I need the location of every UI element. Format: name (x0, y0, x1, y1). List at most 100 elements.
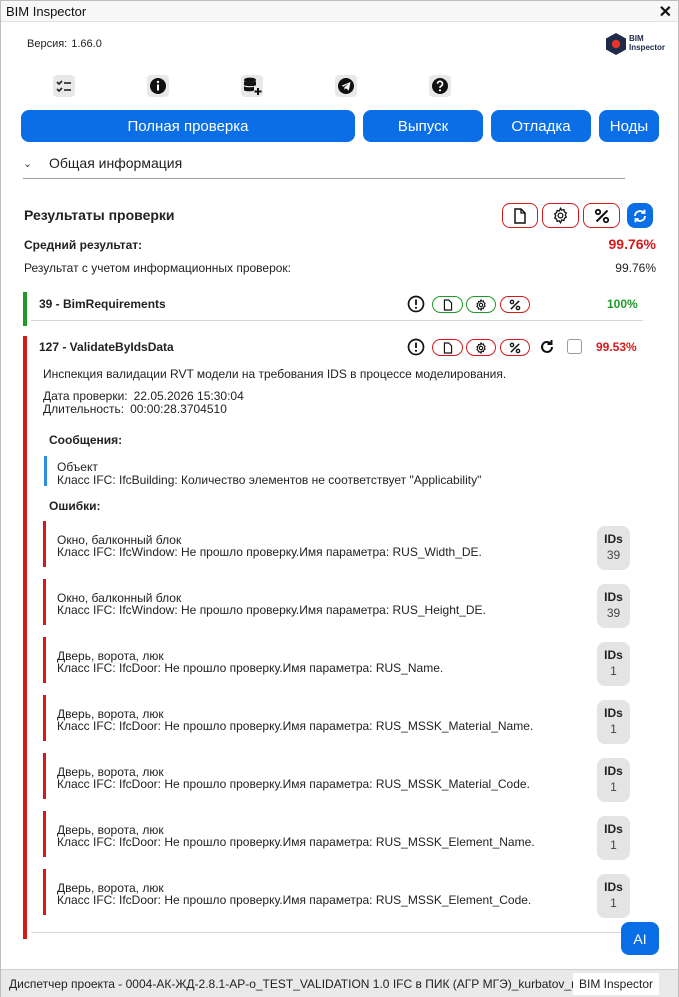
results-title: Результаты проверки (24, 207, 175, 223)
error-bar (43, 637, 46, 683)
item-settings-button[interactable] (466, 339, 496, 356)
item-settings-button[interactable] (466, 296, 496, 313)
error-bar (43, 579, 46, 625)
error-message: Класс IFC: IfcDoor: Не прошло проверку.И… (57, 777, 530, 791)
logo-text: BIM Inspector (629, 34, 666, 52)
ids-count: 39 (606, 606, 621, 620)
alert-icon[interactable] (407, 295, 425, 313)
ids-count: 1 (610, 722, 617, 736)
item-report-button[interactable] (432, 296, 463, 313)
message-line1: Объект (57, 460, 98, 474)
settings-button[interactable] (542, 203, 579, 228)
bottom-tab-bar: Диспетчер проекта - 0004-АК-ЖД-2.8.1-АР-… (1, 969, 678, 997)
checklist-icon[interactable] (52, 74, 76, 98)
help-icon[interactable] (428, 74, 452, 98)
error-bar (43, 695, 46, 741)
alert-icon[interactable] (407, 338, 425, 356)
item-divider (31, 320, 643, 321)
check-date: Дата проверки: 22.05.2026 15:30:04 (43, 389, 244, 403)
database-add-icon[interactable] (240, 74, 264, 98)
bim-inspector-window: BIM Inspector ✕ Версия: 1.66.0 BIM Inspec… (0, 0, 679, 997)
info-icon[interactable] (146, 74, 170, 98)
ids-button[interactable]: IDs 1 (597, 758, 630, 802)
ai-button[interactable]: AI (621, 922, 659, 955)
ids-count: 1 (610, 664, 617, 678)
gear-icon (476, 341, 486, 354)
ids-button[interactable]: IDs 39 (597, 526, 630, 570)
status-bar-success (23, 292, 27, 326)
check-duration: Длительность: 00:00:28.3704510 (43, 402, 227, 416)
ids-button[interactable]: IDs 1 (597, 874, 630, 918)
bim-inspector-logo: BIM Inspector (605, 32, 665, 56)
errors-title: Ошибки: (49, 499, 101, 513)
ids-label: IDs (604, 706, 623, 720)
debug-button[interactable]: Отладка (491, 110, 591, 142)
full-check-button[interactable]: Полная проверка (21, 110, 355, 142)
rerun-icon[interactable] (538, 338, 556, 356)
ids-button[interactable]: IDs 39 (597, 584, 630, 628)
error-message: Класс IFC: IfcDoor: Не прошло проверку.И… (57, 835, 535, 849)
gear-icon (553, 207, 568, 224)
percent-icon (509, 299, 521, 310)
ids-button[interactable]: IDs 1 (597, 642, 630, 686)
report-button[interactable] (502, 203, 538, 228)
refresh-button[interactable] (627, 203, 653, 228)
status-bar-error (23, 336, 27, 939)
item-percent-value: 99.53% (596, 340, 637, 354)
ids-label: IDs (604, 880, 623, 894)
average-result-value: 99.76% (608, 236, 656, 252)
nodes-button[interactable]: Ноды (599, 110, 659, 142)
check-date-label: Дата проверки: (43, 389, 128, 403)
error-bar (43, 811, 46, 857)
ids-label: IDs (604, 590, 623, 604)
release-button[interactable]: Выпуск (363, 110, 483, 142)
tab-bim-inspector[interactable]: BIM Inspector (573, 973, 660, 995)
message-bar (44, 456, 47, 486)
tab-project-dispatcher[interactable]: Диспетчер проекта - 0004-АК-ЖД-2.8.1-АР-… (3, 973, 593, 995)
check-duration-value: 00:00:28.3704510 (130, 402, 227, 416)
error-bar (43, 521, 46, 567)
item-report-button[interactable] (432, 339, 463, 356)
error-bar (43, 869, 46, 915)
ids-count: 1 (610, 896, 617, 910)
error-message: Класс IFC: IfcDoor: Не прошло проверку.И… (57, 893, 532, 907)
item-select-checkbox[interactable] (567, 339, 582, 354)
check-item-title[interactable]: 39 - BimRequirements (39, 297, 166, 311)
general-info-title: Общая информация (49, 155, 183, 171)
ids-label: IDs (604, 532, 623, 546)
item-percent-button[interactable] (500, 339, 530, 356)
error-bar (43, 753, 46, 799)
chevron-down-icon[interactable]: ⌄ (23, 157, 32, 170)
logo-hex-icon (606, 33, 626, 55)
gear-icon (476, 298, 486, 311)
error-message: Класс IFC: IfcDoor: Не прошло проверку.И… (57, 719, 534, 733)
ids-count: 39 (606, 548, 621, 562)
percent-icon (509, 342, 521, 353)
error-message: Класс IFC: IfcDoor: Не прошло проверку.И… (57, 661, 444, 675)
percent-button[interactable] (583, 203, 620, 228)
window-title: BIM Inspector (6, 4, 87, 19)
ids-count: 1 (610, 780, 617, 794)
ids-button[interactable]: IDs 1 (597, 816, 630, 860)
ids-count: 1 (610, 838, 617, 852)
percent-icon (594, 208, 609, 223)
item-percent-button[interactable] (500, 296, 530, 313)
document-icon (443, 298, 452, 311)
version-label: Версия: (27, 38, 68, 50)
item-percent-value: 100% (607, 297, 638, 311)
ids-label: IDs (604, 648, 623, 662)
info-result-label: Результат с учетом информационных провер… (24, 261, 292, 275)
messages-title: Сообщения: (49, 433, 123, 447)
error-message: Класс IFC: IfcWindow: Не прошло проверку… (57, 545, 482, 559)
info-result-value: 99.76% (615, 261, 656, 275)
ids-button[interactable]: IDs 1 (597, 700, 630, 744)
check-date-value: 22.05.2026 15:30:04 (133, 389, 244, 403)
telegram-icon[interactable] (334, 74, 358, 98)
general-info-section[interactable]: ⌄ Общая информация (23, 153, 625, 179)
sync-icon (634, 209, 646, 222)
version-info: Версия: 1.66.0 (27, 38, 102, 50)
check-description: Инспекция валидации RVT модели на требов… (43, 367, 507, 381)
document-icon (514, 207, 526, 224)
close-icon[interactable]: ✕ (659, 2, 672, 22)
check-item-title[interactable]: 127 - ValidateByIdsData (39, 340, 174, 354)
